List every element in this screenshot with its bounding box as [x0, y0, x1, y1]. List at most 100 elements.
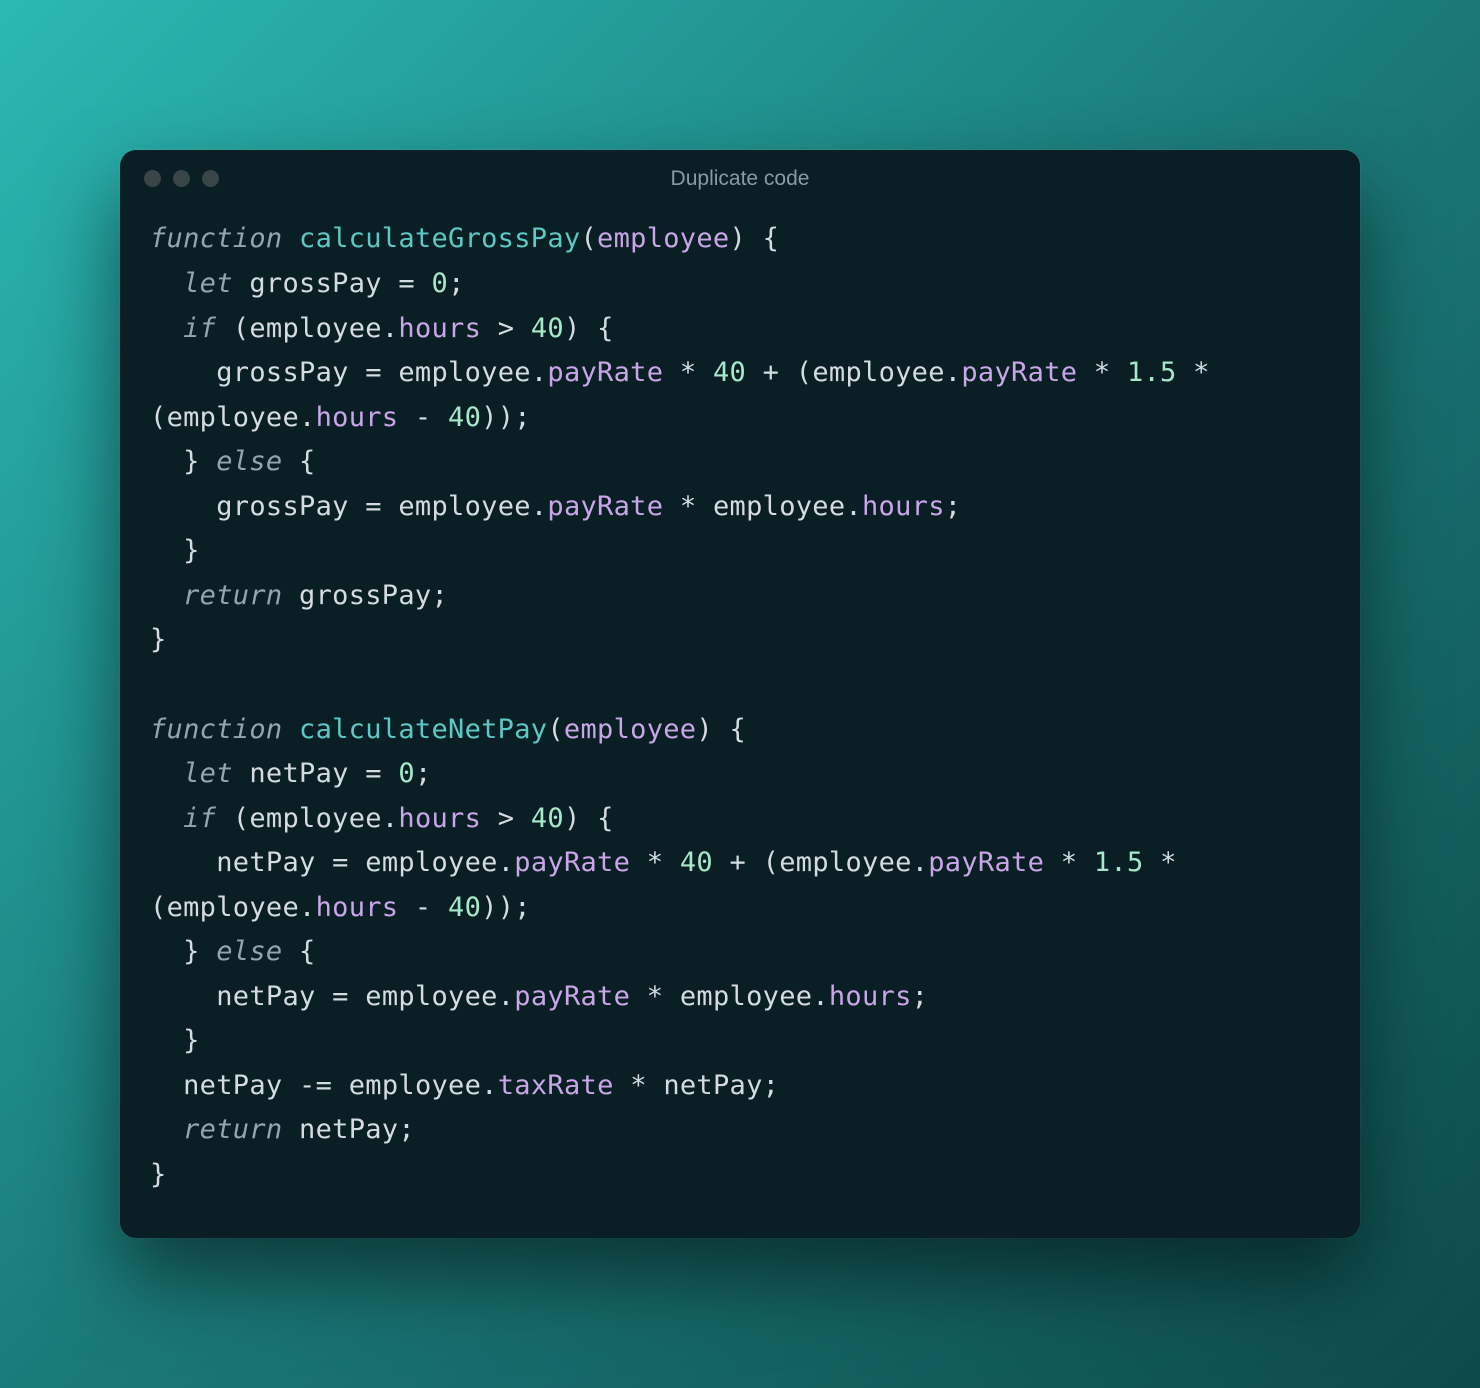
token-operator: + — [730, 847, 747, 878]
token-number: 40 — [713, 357, 746, 388]
token-operator: - — [415, 402, 432, 433]
token-punct: . — [531, 357, 548, 388]
token-punct: . — [812, 981, 829, 1012]
token-operator: * — [1061, 847, 1078, 878]
token-operator: * — [630, 1070, 647, 1101]
code-content[interactable]: function calculateGrossPay(employee) { l… — [120, 207, 1360, 1237]
token-punct: ) — [481, 402, 498, 433]
token-operator: * — [1160, 847, 1177, 878]
token-prop: payRate — [928, 847, 1044, 878]
token-ident: netPay — [663, 1070, 762, 1101]
token-prop: hours — [398, 313, 481, 344]
token-keyword: else — [216, 446, 282, 477]
token-prop: hours — [316, 402, 399, 433]
token-punct: { — [299, 936, 316, 967]
token-prop: hours — [398, 803, 481, 834]
token-operator: = — [365, 491, 382, 522]
token-operator: * — [647, 981, 664, 1012]
token-punct: { — [597, 803, 614, 834]
token-keyword: let — [183, 268, 233, 299]
token-keyword: return — [183, 1114, 282, 1145]
token-punct: ) — [498, 402, 515, 433]
token-punct: . — [845, 491, 862, 522]
token-operator: - — [415, 892, 432, 923]
token-ident: employee — [812, 357, 944, 388]
token-ident: employee — [167, 402, 299, 433]
code-window: Duplicate code function calculateGrossPa… — [120, 150, 1360, 1237]
token-prop: payRate — [547, 491, 663, 522]
token-punct: { — [597, 313, 614, 344]
token-punct: { — [730, 714, 747, 745]
token-punct: . — [299, 402, 316, 433]
token-punct: ( — [233, 803, 250, 834]
token-ident: netPay — [216, 981, 315, 1012]
token-punct: . — [498, 981, 515, 1012]
token-punct: ( — [150, 892, 167, 923]
token-number: 0 — [398, 758, 415, 789]
token-punct: { — [763, 223, 780, 254]
maximize-icon[interactable] — [202, 170, 219, 187]
token-operator: * — [1094, 357, 1111, 388]
token-operator: + — [763, 357, 780, 388]
token-punct: } — [150, 1159, 167, 1190]
minimize-icon[interactable] — [173, 170, 190, 187]
token-number: 40 — [448, 402, 481, 433]
token-punct: . — [531, 491, 548, 522]
token-punct: } — [150, 624, 167, 655]
token-punct: ; — [945, 491, 962, 522]
token-operator: > — [498, 313, 515, 344]
close-icon[interactable] — [144, 170, 161, 187]
token-prop: payRate — [514, 847, 630, 878]
token-prop: taxRate — [498, 1070, 614, 1101]
token-param: employee — [597, 223, 729, 254]
token-number: 0 — [432, 268, 449, 299]
token-ident: netPay — [249, 758, 348, 789]
token-prop: payRate — [547, 357, 663, 388]
token-operator: -= — [299, 1070, 332, 1101]
token-prop: hours — [316, 892, 399, 923]
token-punct: ; — [912, 981, 929, 1012]
token-punct: . — [382, 803, 399, 834]
token-ident: employee — [365, 847, 497, 878]
token-keyword: if — [183, 313, 216, 344]
token-punct: ) — [696, 714, 713, 745]
token-punct: ( — [796, 357, 813, 388]
token-punct: ) — [564, 313, 581, 344]
token-punct: ) — [481, 892, 498, 923]
token-punct: ; — [763, 1070, 780, 1101]
token-operator: = — [332, 981, 349, 1012]
token-ident: employee — [349, 1070, 481, 1101]
token-ident: grossPay — [249, 268, 381, 299]
token-prop: payRate — [514, 981, 630, 1012]
traffic-lights — [144, 170, 219, 187]
token-punct: ) — [498, 892, 515, 923]
token-punct: . — [945, 357, 962, 388]
token-punct: ; — [431, 580, 448, 611]
token-keyword: return — [183, 580, 282, 611]
token-number: 40 — [448, 892, 481, 923]
token-punct: ( — [150, 402, 167, 433]
token-operator: = — [365, 357, 382, 388]
token-punct: ; — [398, 1114, 415, 1145]
token-ident: employee — [249, 313, 381, 344]
token-punct: { — [299, 446, 316, 477]
token-ident: netPay — [299, 1114, 398, 1145]
token-punct: ) — [564, 803, 581, 834]
token-punct: ( — [763, 847, 780, 878]
token-ident: employee — [167, 892, 299, 923]
token-punct: ( — [233, 313, 250, 344]
token-punct: ( — [580, 223, 597, 254]
token-param: employee — [564, 714, 696, 745]
token-ident: employee — [398, 357, 530, 388]
token-ident: employee — [249, 803, 381, 834]
token-keyword: if — [183, 803, 216, 834]
token-operator: = — [332, 847, 349, 878]
token-ident: netPay — [183, 1070, 282, 1101]
token-punct: } — [183, 1025, 200, 1056]
token-punct: ; — [514, 892, 531, 923]
token-operator: > — [498, 803, 515, 834]
token-punct: . — [912, 847, 929, 878]
token-ident: employee — [398, 491, 530, 522]
token-punct: ( — [547, 714, 564, 745]
token-keyword: function — [150, 714, 282, 745]
